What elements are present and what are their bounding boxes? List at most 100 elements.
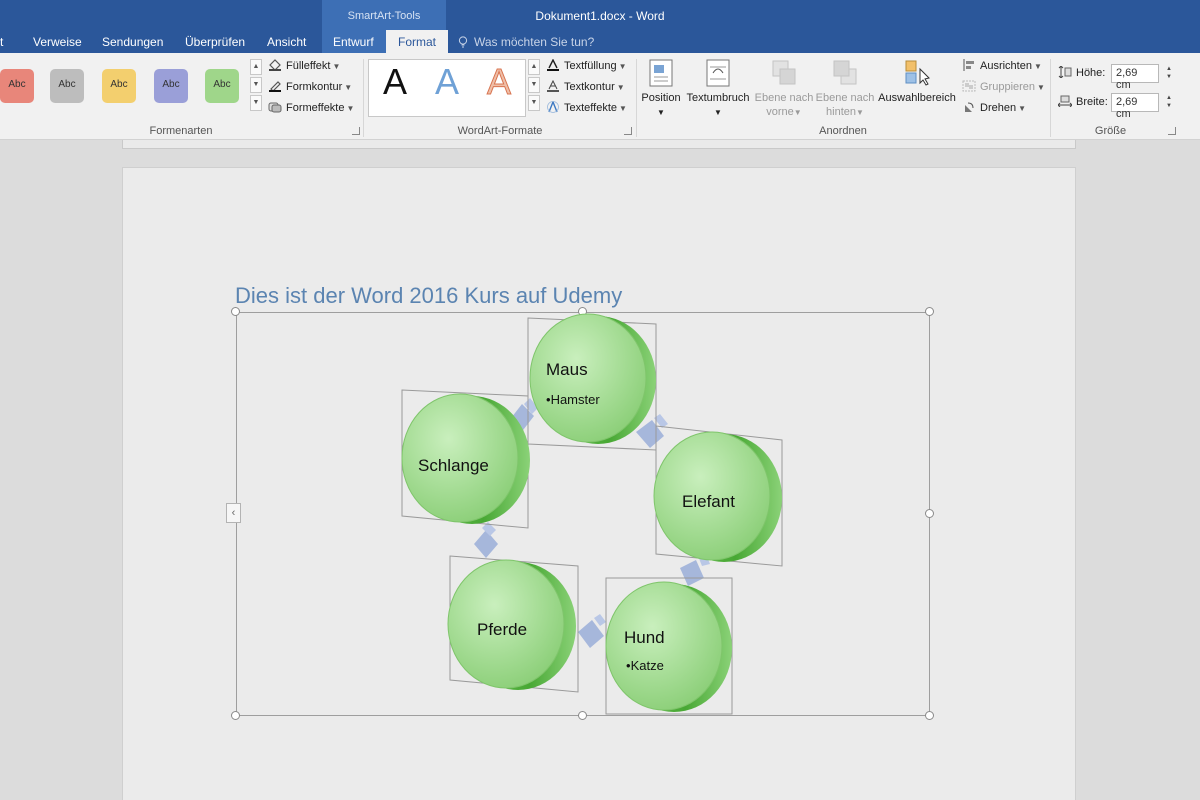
paint-bucket-icon xyxy=(269,59,281,71)
width-label: Breite: xyxy=(1058,93,1108,111)
ribbon: Abc Abc Abc Abc Abc ▲ ▼ ▼ Fülleffekt ▼ Fo… xyxy=(0,53,1200,140)
rotate-button[interactable]: Drehen ▼ xyxy=(962,99,1026,117)
formenarten-dialog-launcher[interactable] xyxy=(352,127,360,135)
selection-pane-button[interactable]: Auswahlbereich xyxy=(876,59,958,105)
tab-verweise[interactable]: Verweise xyxy=(33,35,82,49)
bring-forward-label-1: Ebene nach xyxy=(754,92,814,104)
send-backward-icon xyxy=(833,60,857,85)
text-effects-icon xyxy=(547,101,559,113)
document-title: Dokument1.docx - Word xyxy=(535,9,665,23)
wrap-text-label: Textumbruch xyxy=(686,92,750,104)
align-button[interactable]: Ausrichten ▼ xyxy=(962,57,1042,75)
height-spinner[interactable]: ▲ ▼ xyxy=(1164,65,1174,81)
text-outline-button[interactable]: Textkontur ▼ xyxy=(546,78,625,96)
text-fill-button[interactable]: Textfüllung ▼ xyxy=(546,57,627,75)
shape-outline-label: Formkontur xyxy=(286,81,343,93)
send-backward-button[interactable]: Ebene nach hinten▼ xyxy=(815,59,875,120)
group-label-groesse: Größe xyxy=(1094,125,1127,137)
shape-fill-label: Fülleffekt xyxy=(286,60,331,72)
shape-fill-button[interactable]: Fülleffekt ▼ xyxy=(268,57,340,75)
tab-einfuegen-partial[interactable]: t xyxy=(0,35,3,49)
tell-me-box[interactable]: Was möchten Sie tun? xyxy=(458,35,594,49)
shape-style-blue[interactable]: Abc xyxy=(154,69,188,103)
bring-forward-button[interactable]: Ebene nach vorne▼ xyxy=(754,59,814,120)
wordart-scroll-down[interactable]: ▼ xyxy=(528,77,540,93)
shape-style-gold[interactable]: Abc xyxy=(102,69,136,103)
resize-handle-right[interactable] xyxy=(925,509,934,518)
wordart-style-blue[interactable]: A xyxy=(422,61,472,103)
gallery-scroll-down[interactable]: ▼ xyxy=(250,77,262,93)
tell-me-placeholder: Was möchten Sie tun? xyxy=(474,35,595,49)
node-label-maus[interactable]: Maus xyxy=(546,360,588,380)
wordart-dialog-launcher[interactable] xyxy=(624,127,632,135)
shape-style-gray[interactable]: Abc xyxy=(50,69,84,103)
resize-handle-bottom[interactable] xyxy=(578,711,587,720)
tab-format[interactable]: Format xyxy=(386,30,449,53)
align-icon xyxy=(963,59,974,71)
height-input[interactable]: 2,69 cm xyxy=(1111,64,1159,91)
tab-entwurf[interactable]: Entwurf xyxy=(333,35,374,49)
node-sub-katze[interactable]: •Katze xyxy=(626,658,664,673)
wordart-style-black[interactable]: A xyxy=(370,61,420,103)
pen-icon xyxy=(269,81,281,92)
align-label: Ausrichten xyxy=(980,60,1032,72)
wordart-scroll-up[interactable]: ▲ xyxy=(528,59,540,75)
shape-effects-icon xyxy=(268,102,282,113)
gallery-more[interactable]: ▼ xyxy=(250,95,262,111)
bring-forward-label-2: vorne xyxy=(766,106,794,118)
shape-style-green[interactable]: Abc xyxy=(205,69,239,103)
node-label-hund[interactable]: Hund xyxy=(624,628,665,648)
resize-handle-bottom-left[interactable] xyxy=(231,711,240,720)
shape-style-red[interactable]: Abc xyxy=(0,69,34,103)
group-icon xyxy=(962,80,976,92)
node-label-elefant[interactable]: Elefant xyxy=(682,492,735,512)
group-label-formenarten: Formenarten xyxy=(149,125,213,137)
node-sub-hamster[interactable]: •Hamster xyxy=(546,392,600,407)
resize-handle-top-right[interactable] xyxy=(925,307,934,316)
text-fill-label: Textfüllung xyxy=(564,60,617,72)
wordart-more[interactable]: ▼ xyxy=(528,95,540,111)
node-sub-text: Katze xyxy=(630,658,664,673)
wordart-style-outline[interactable]: A xyxy=(474,61,524,103)
width-spinner[interactable]: ▲ ▼ xyxy=(1164,94,1174,110)
text-outline-label: Textkontur xyxy=(564,81,615,93)
group-label-anordnen: Anordnen xyxy=(819,125,867,137)
text-effects-label: Texteffekte xyxy=(564,102,617,114)
position-icon xyxy=(649,59,673,87)
width-label-text: Breite: xyxy=(1076,96,1108,108)
group-button[interactable]: Gruppieren ▼ xyxy=(962,78,1045,96)
shape-effects-button[interactable]: Formeffekte ▼ xyxy=(268,99,354,117)
gallery-scroll-up[interactable]: ▲ xyxy=(250,59,262,75)
position-button[interactable]: Position ▼ xyxy=(638,59,684,120)
lightbulb-icon xyxy=(458,36,468,48)
rotate-label: Drehen xyxy=(980,102,1017,114)
tab-sendungen[interactable]: Sendungen xyxy=(102,35,163,49)
node-label-schlange[interactable]: Schlange xyxy=(418,456,489,476)
text-effects-button[interactable]: Texteffekte ▼ xyxy=(546,99,627,117)
bring-forward-icon xyxy=(772,60,796,85)
document-heading[interactable]: Dies ist der Word 2016 Kurs auf Udemy xyxy=(235,283,622,309)
text-outline-icon xyxy=(547,80,559,92)
width-input[interactable]: 2,69 cm xyxy=(1111,93,1159,120)
wrap-text-button[interactable]: Textumbruch ▼ xyxy=(686,59,750,120)
tab-ueberpruefen[interactable]: Überprüfen xyxy=(185,35,245,49)
send-backward-label-2: hinten xyxy=(826,106,857,118)
height-label: Höhe: xyxy=(1058,64,1105,82)
text-pane-toggle[interactable]: ‹ xyxy=(226,503,241,523)
height-icon xyxy=(1058,66,1072,78)
node-sub-text: Hamster xyxy=(550,392,600,407)
groesse-dialog-launcher[interactable] xyxy=(1168,127,1176,135)
text-fill-icon xyxy=(547,59,559,71)
resize-handle-top-left[interactable] xyxy=(231,307,240,316)
send-backward-label-1: Ebene nach xyxy=(815,92,875,104)
node-label-pferde[interactable]: Pferde xyxy=(477,620,527,640)
resize-handle-bottom-right[interactable] xyxy=(925,711,934,720)
width-icon xyxy=(1058,95,1072,107)
previous-page-edge xyxy=(122,140,1076,149)
shape-outline-button[interactable]: Formkontur ▼ xyxy=(268,78,352,96)
shape-effects-label: Formeffekte xyxy=(286,102,345,114)
tab-ansicht[interactable]: Ansicht xyxy=(267,35,306,49)
height-label-text: Höhe: xyxy=(1076,67,1106,79)
selection-pane-icon xyxy=(905,60,930,86)
group-label: Gruppieren xyxy=(980,81,1036,93)
